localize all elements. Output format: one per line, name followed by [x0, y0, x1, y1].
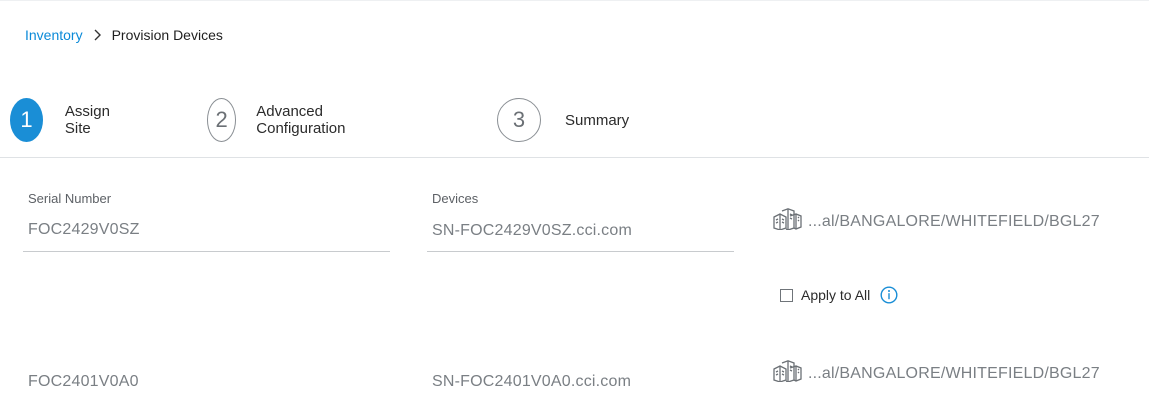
step-3-indicator: 3 [497, 98, 541, 142]
step-2-label: Advanced Configuration [256, 103, 346, 137]
apply-to-all: Apply to All [780, 286, 898, 304]
device-name-value[interactable]: SN-FOC2401V0A0.cci.com [432, 373, 631, 391]
breadcrumb: Inventory Provision Devices [25, 27, 223, 43]
step-assign-site[interactable]: 1 Assign Site [10, 98, 121, 142]
serial-number-value[interactable]: FOC2401V0A0 [28, 373, 139, 391]
serial-number-label: Serial Number [28, 191, 112, 206]
chevron-right-icon [93, 29, 102, 41]
step-1-indicator: 1 [10, 98, 43, 142]
apply-to-all-checkbox[interactable] [780, 288, 793, 302]
step-summary[interactable]: 3 Summary [497, 98, 629, 142]
site-selector[interactable]: ...al/BANGALORE/WHITEFIELD/BGL27 [772, 360, 1100, 387]
breadcrumb-current: Provision Devices [111, 27, 223, 43]
step-1-label: Assign Site [64, 103, 110, 137]
site-path: ...al/BANGALORE/WHITEFIELD/BGL27 [808, 364, 1100, 382]
step-3-label: Summary [565, 111, 630, 129]
device-name-underline [427, 251, 734, 252]
site-selector[interactable]: ...al/BANGALORE/WHITEFIELD/BGL27 [772, 208, 1100, 235]
top-border [0, 0, 1149, 1]
apply-to-all-label: Apply to All [801, 287, 871, 303]
buildings-icon [772, 208, 802, 235]
step-2-indicator: 2 [207, 98, 237, 142]
serial-number-value[interactable]: FOC2429V0SZ [28, 221, 140, 239]
stepper-divider [0, 157, 1149, 158]
breadcrumb-inventory-link[interactable]: Inventory [25, 27, 83, 43]
serial-number-underline [23, 251, 390, 252]
device-name-value[interactable]: SN-FOC2429V0SZ.cci.com [432, 222, 632, 240]
site-path: ...al/BANGALORE/WHITEFIELD/BGL27 [808, 212, 1100, 230]
info-icon[interactable] [880, 286, 898, 304]
step-advanced-configuration[interactable]: 2 Advanced Configuration [207, 98, 360, 142]
buildings-icon [772, 360, 802, 387]
devices-label: Devices [432, 191, 479, 206]
